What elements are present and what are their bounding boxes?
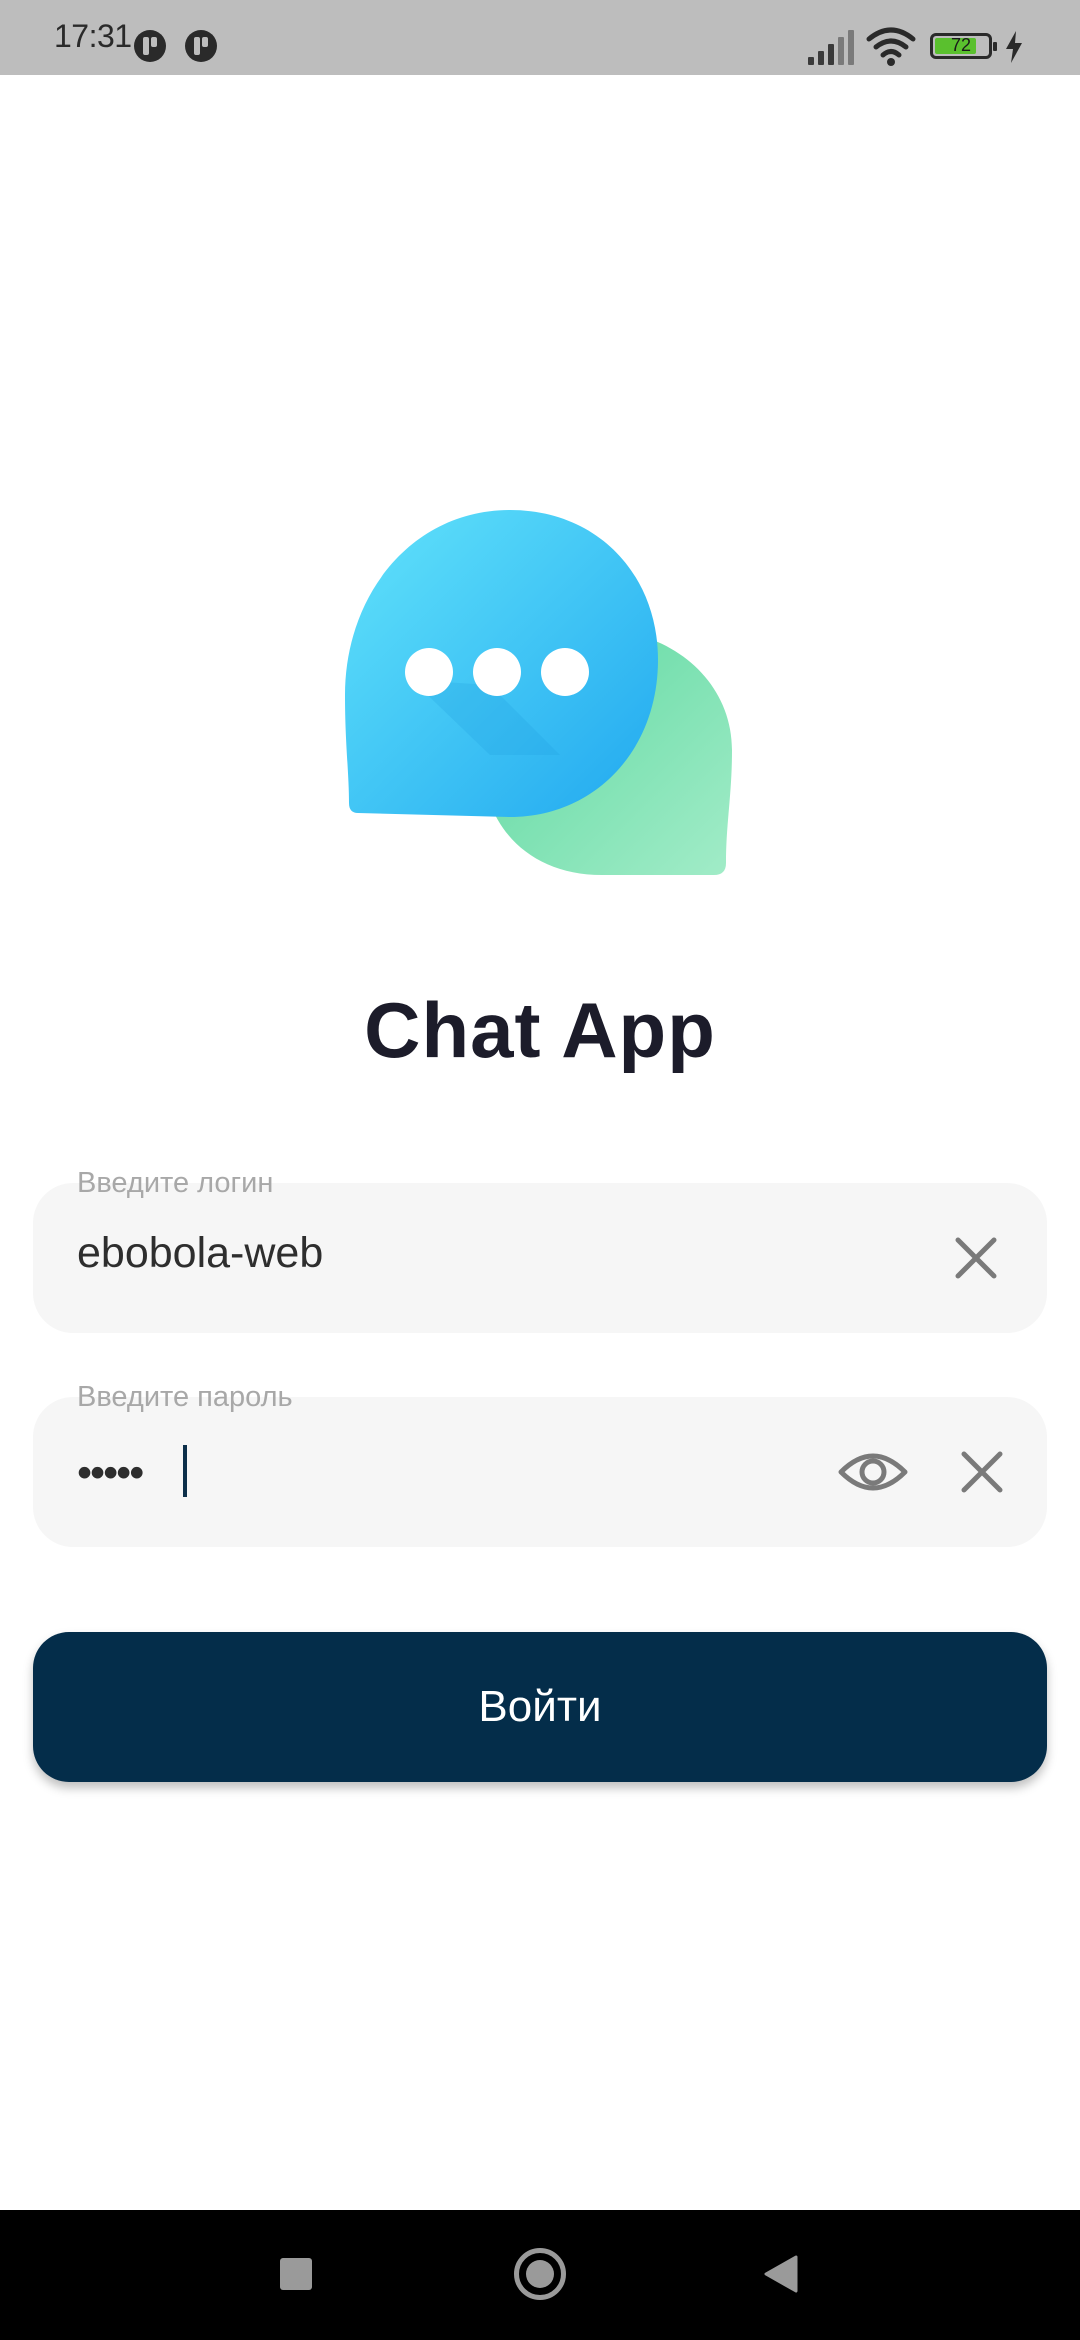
clear-password-button[interactable] xyxy=(947,1437,1017,1507)
status-time: 17:31 xyxy=(54,18,132,54)
battery-icon: 72 xyxy=(930,33,997,59)
login-input-value[interactable]: ebobola-web xyxy=(77,1229,323,1278)
login-field-label: Введите логин xyxy=(77,1167,274,1199)
toggle-password-visibility-button[interactable] xyxy=(828,1437,918,1507)
close-icon[interactable] xyxy=(959,1449,1005,1495)
back-triangle-icon[interactable] xyxy=(762,2254,800,2294)
password-input-value[interactable]: ••••• xyxy=(77,1449,144,1498)
login-field[interactable]: ebobola-web xyxy=(33,1183,1047,1333)
wifi-icon xyxy=(866,27,916,66)
navigation-bar xyxy=(0,2210,1080,2340)
signal-icon xyxy=(808,30,854,65)
recents-square-icon[interactable] xyxy=(280,2258,312,2290)
status-bar: 17:31 72 xyxy=(0,0,1080,75)
chat-bubbles-logo xyxy=(345,510,732,875)
password-field[interactable]: ••••• xyxy=(33,1397,1047,1547)
charging-icon xyxy=(1006,31,1022,63)
eye-icon[interactable] xyxy=(837,1446,909,1498)
app-notification-icon xyxy=(185,30,217,62)
home-circle-icon[interactable] xyxy=(514,2248,566,2300)
close-icon[interactable] xyxy=(953,1235,999,1281)
text-caret xyxy=(183,1445,187,1497)
login-button-label: Войти xyxy=(478,1682,602,1731)
app-notification-icon xyxy=(134,30,166,62)
clear-login-button[interactable] xyxy=(941,1223,1011,1293)
battery-level: 72 xyxy=(950,35,972,55)
password-field-label: Введите пароль xyxy=(77,1381,293,1413)
app-title: Chat App xyxy=(364,986,716,1074)
login-button[interactable]: Войти xyxy=(33,1632,1047,1782)
